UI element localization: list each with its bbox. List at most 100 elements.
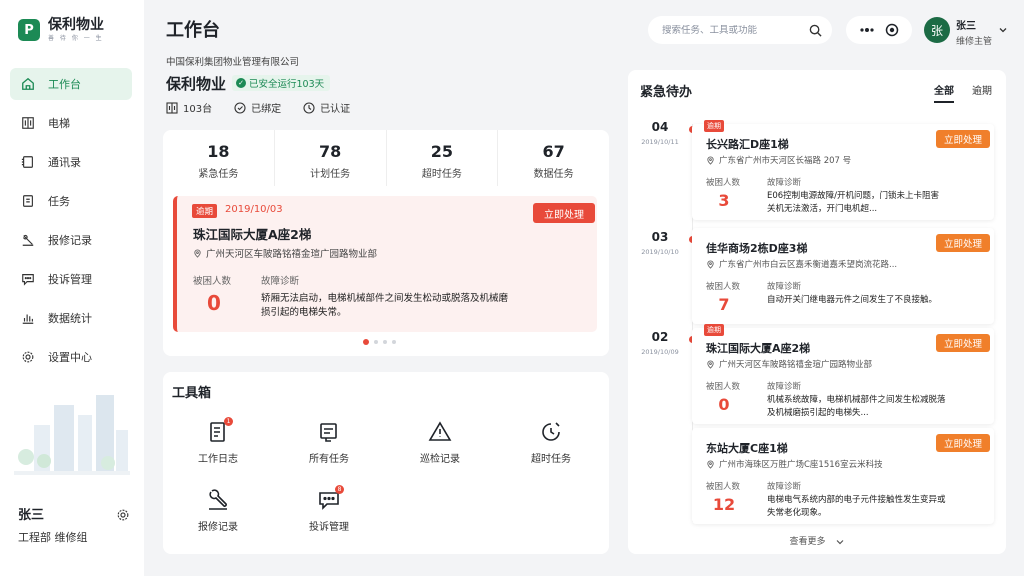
process-now-button[interactable]: 立即处理	[936, 130, 990, 148]
overdue-tag: 逾期	[704, 120, 724, 132]
tool-complaints[interactable]: 8 投诉管理	[289, 485, 369, 533]
tool-repair-records[interactable]: 报修记录	[178, 488, 258, 533]
process-now-button[interactable]: 立即处理	[936, 234, 990, 252]
emergency-title: 紧急待办	[640, 85, 693, 100]
user-settings-gear-icon[interactable]	[116, 508, 130, 522]
sidebar-item-label: 电梯	[48, 117, 70, 130]
sidebar-item-label: 通讯录	[48, 156, 81, 169]
diagnosis-text: 电梯电气系统内部的电子元件接触性发生变异或失常老化现象。	[767, 495, 946, 518]
search-input[interactable]	[662, 24, 809, 36]
sidebar-item-contacts[interactable]: 通讯录	[10, 146, 132, 178]
header-user-role: 维修主管	[956, 37, 993, 47]
stat-value: 25	[430, 142, 453, 161]
featured-title: 珠江国际大厦A座2梯	[193, 227, 312, 242]
item-title: 珠江国际大厦A座2梯	[706, 342, 811, 355]
sidebar-item-statistics[interactable]: 数据统计	[10, 302, 132, 334]
sidebar-item-elevator[interactable]: 电梯	[10, 107, 132, 139]
stat-data[interactable]: 67 数据任务	[498, 130, 609, 186]
tool-label: 报修记录	[198, 522, 238, 533]
search-icon[interactable]	[809, 24, 822, 37]
tab-overdue[interactable]: 逾期	[972, 82, 992, 103]
elevator-icon	[166, 101, 178, 114]
more-icon[interactable]	[859, 27, 875, 33]
featured-address: 广州天河区车陂路铭禧金瑄广园路物业部	[193, 246, 377, 260]
meta-text: 已认证	[320, 104, 351, 115]
address-text: 广州天河区车陂路铭禧金瑄广园路物业部	[206, 249, 378, 260]
timeline-full-date: 2019/10/10	[641, 248, 679, 256]
item-title: 东站大厦C座1梯	[706, 442, 788, 455]
search-box[interactable]	[648, 16, 832, 44]
timeline-full-date: 2019/10/11	[641, 138, 679, 146]
sidebar-user-dept: 工程部 维修组	[18, 531, 88, 544]
chevron-down-icon	[837, 539, 844, 544]
sidebar-item-settings[interactable]: 设置中心	[10, 341, 132, 373]
tool-label: 投诉管理	[309, 522, 349, 533]
tab-all[interactable]: 全部	[934, 82, 954, 103]
stat-planned[interactable]: 78 计划任务	[275, 130, 387, 186]
trapped-label: 被困人数	[193, 276, 232, 287]
trapped-label: 被困人数	[706, 178, 741, 188]
sidebar-item-complaint[interactable]: 投诉管理	[10, 263, 132, 295]
view-more-link[interactable]: 查看更多	[628, 534, 1006, 547]
sidebar-item-repair[interactable]: 报修记录	[10, 224, 132, 256]
sidebar-user[interactable]: 张三 工程部 维修组	[18, 504, 130, 545]
safe-run-badge: ✓ 已安全运行103天	[232, 75, 331, 91]
address-text: 广东省广州市白云区嘉禾衡道嘉禾望岗流花路...	[719, 260, 898, 270]
emergency-item[interactable]: 佳华商场2栋D座3梯 广东省广州市白云区嘉禾衡道嘉禾望岗流花路... 立即处理 …	[692, 228, 994, 324]
featured-date: 2019/10/03	[225, 204, 283, 215]
emergency-item[interactable]: 逾期 珠江国际大厦A座2梯 广州天河区车陂路铭禧金瑄广园路物业部 立即处理 被困…	[692, 324, 994, 424]
page-title: 工作台	[166, 20, 220, 41]
header-user[interactable]: 张三 维修主管	[956, 17, 992, 47]
contacts-icon	[20, 154, 36, 170]
gear-icon	[20, 349, 36, 365]
header-actions	[846, 16, 912, 44]
sidebar-item-workbench[interactable]: 工作台	[10, 68, 132, 100]
warning-icon	[428, 420, 452, 444]
item-address: 广州市海珠区万胜广场C座1516室云米科技	[706, 458, 883, 470]
tool-label: 所有任务	[309, 454, 349, 465]
timeline-day: 03	[651, 230, 669, 244]
trapped-count: 0	[718, 395, 730, 414]
emergency-item[interactable]: 东站大厦C座1梯 广州市海珠区万胜广场C座1516室云米科技 立即处理 被困人数…	[692, 428, 994, 524]
address-text: 广州市海珠区万胜广场C座1516室云米科技	[719, 460, 883, 470]
brand[interactable]: P 保利物业 善 待 你 一 生	[18, 18, 104, 42]
company-name: 保利物业	[166, 75, 227, 93]
sidebar-user-name: 张三	[18, 508, 45, 523]
address-text: 广东省广州市天河区长福路 207 号	[719, 156, 852, 166]
stat-urgent[interactable]: 18 紧急任务	[163, 130, 275, 186]
carousel-dot[interactable]	[363, 339, 369, 345]
carousel-dot[interactable]	[374, 340, 378, 344]
tool-badge: 1	[224, 417, 233, 426]
sidebar-item-task[interactable]: 任务	[10, 185, 132, 217]
stat-value: 67	[542, 142, 565, 161]
diagnosis-label: 故障诊断	[767, 482, 802, 492]
process-now-button[interactable]: 立即处理	[533, 203, 595, 223]
sidebar-item-label: 设置中心	[48, 351, 92, 364]
brand-slogan: 善 待 你 一 生	[48, 35, 104, 42]
sidebar-item-label: 数据统计	[48, 312, 92, 325]
location-icon	[707, 360, 714, 369]
trapped-count: 0	[207, 291, 221, 315]
process-now-button[interactable]: 立即处理	[936, 334, 990, 352]
chart-icon	[20, 310, 36, 326]
target-icon[interactable]	[885, 23, 899, 37]
featured-urgent-task[interactable]: 逾期 2019/10/03 珠江国际大厦A座2梯 广州天河区车陂路铭禧金瑄广园路…	[173, 196, 597, 332]
trapped-label: 被困人数	[706, 382, 741, 392]
carousel-dot[interactable]	[383, 340, 387, 344]
stat-label: 紧急任务	[198, 169, 239, 180]
stat-value: 78	[318, 142, 342, 161]
timeline-full-date: 2019/10/09	[641, 348, 679, 356]
carousel-dot[interactable]	[392, 340, 396, 344]
tool-all-tasks[interactable]: 所有任务	[289, 420, 369, 465]
item-address: 广东省广州市天河区长福路 207 号	[706, 154, 851, 166]
tool-inspection[interactable]: 巡检记录	[400, 420, 480, 465]
tool-work-log[interactable]: 1 工作日志	[178, 417, 258, 465]
chevron-down-icon[interactable]	[999, 26, 1007, 34]
timeline-date: 04 2019/10/11	[638, 120, 682, 146]
stat-overtime[interactable]: 25 超时任务	[387, 130, 499, 186]
toolbox-card: 工具箱 1 工作日志 所有任务 巡检记录 超时任务 报修记录 8 投诉管理	[163, 372, 609, 554]
emergency-item[interactable]: 逾期 长兴路汇D座1梯 广东省广州市天河区长福路 207 号 立即处理 被困人数…	[692, 120, 994, 220]
tool-overtime[interactable]: 超时任务	[511, 420, 591, 465]
process-now-button[interactable]: 立即处理	[936, 434, 990, 452]
avatar[interactable]: 张	[924, 17, 950, 43]
